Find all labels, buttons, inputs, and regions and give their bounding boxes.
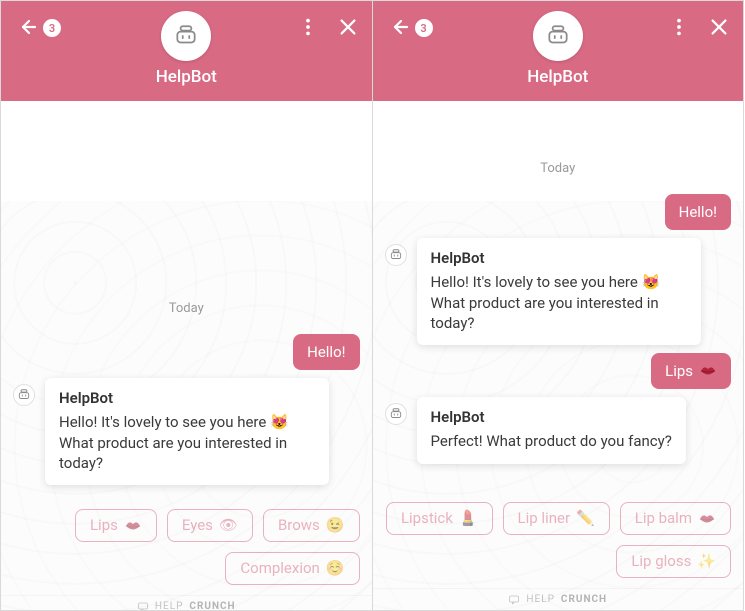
more-vertical-icon xyxy=(297,16,319,38)
bot-message: HelpBot Hello! It's lovely to see you he… xyxy=(45,378,329,485)
chip-label: Lips xyxy=(90,518,118,533)
bot-avatar xyxy=(533,11,583,61)
chat-header: 3 HelpBot xyxy=(373,1,744,101)
chip-lip-gloss[interactable]: Lip gloss ✨ xyxy=(616,545,731,578)
chat-panel-left: 3 HelpBot Today Hello! xyxy=(0,0,373,611)
message-text: What product are you interested in today… xyxy=(59,434,287,472)
bot-icon xyxy=(17,388,31,402)
brand-text-prefix: HELP xyxy=(526,594,555,605)
lips-icon xyxy=(699,365,717,377)
chip-label: Lip balm xyxy=(635,511,692,526)
back-arrow-icon xyxy=(15,15,39,39)
more-vertical-icon xyxy=(668,16,690,38)
eye-icon: 👁 xyxy=(219,518,238,533)
bot-icon xyxy=(389,248,403,262)
smile-icon: ☺️ xyxy=(326,561,345,576)
unread-badge: 3 xyxy=(415,19,433,37)
chat-header: 3 HelpBot xyxy=(1,1,372,101)
message-sender: HelpBot xyxy=(59,388,315,408)
chip-lips[interactable]: Lips xyxy=(75,509,157,542)
chip-lip-balm[interactable]: Lip balm xyxy=(620,502,731,535)
chip-eyes[interactable]: Eyes 👁 xyxy=(167,509,253,542)
chip-lip-liner[interactable]: Lip liner ✏️ xyxy=(503,502,610,535)
message-row-outgoing: Lips xyxy=(385,353,732,389)
brand-text-bold: CRUNCH xyxy=(189,601,235,610)
heart-eyes-cat-icon: 😻 xyxy=(270,413,289,431)
chip-label: Brows xyxy=(278,518,320,533)
chip-label: Lip liner xyxy=(518,511,571,526)
unread-badge: 3 xyxy=(43,19,61,37)
bot-mini-avatar xyxy=(385,403,407,425)
close-icon xyxy=(337,16,359,38)
back-button[interactable]: 3 xyxy=(387,15,415,43)
brand-footer[interactable]: HELP CRUNCH xyxy=(373,588,744,610)
quick-reply-chips: Lips Eyes 👁 Brows 😉 Complexion ☺️ xyxy=(1,495,372,595)
quick-reply-chips: Lipstick 💄 Lip liner ✏️ Lip balm Lip glo… xyxy=(373,488,744,588)
day-separator: Today xyxy=(13,301,360,316)
message-row-incoming: HelpBot Perfect! What product do you fan… xyxy=(385,397,732,464)
message-list: Today Hello! HelpBot Hello! It's lovely … xyxy=(373,101,744,488)
chip-brows[interactable]: Brows 😉 xyxy=(263,509,360,542)
close-icon xyxy=(708,16,730,38)
lips-icon xyxy=(698,513,716,525)
bot-icon xyxy=(545,23,571,49)
bot-avatar xyxy=(161,11,211,61)
message-sender: HelpBot xyxy=(431,248,687,268)
back-button[interactable]: 3 xyxy=(15,15,43,43)
chat-bubble-icon xyxy=(508,594,520,606)
message-text: Hello! It's lovely to see you here xyxy=(59,413,266,431)
bot-icon xyxy=(173,23,199,49)
sparkles-icon: ✨ xyxy=(697,554,716,569)
bot-mini-avatar xyxy=(13,384,35,406)
user-message: Lips xyxy=(651,353,731,389)
user-message: Hello! xyxy=(665,194,731,230)
lips-icon xyxy=(124,520,142,532)
message-text: Lips xyxy=(665,362,693,380)
brand-text-prefix: HELP xyxy=(155,601,184,610)
close-button[interactable] xyxy=(334,13,362,41)
lipstick-icon: 💄 xyxy=(459,511,478,526)
chip-label: Lip gloss xyxy=(631,554,691,569)
message-sender: HelpBot xyxy=(431,407,672,427)
chat-panel-right: 3 HelpBot Today Hello! xyxy=(372,0,745,611)
back-arrow-icon xyxy=(387,15,411,39)
pencil-icon: ✏️ xyxy=(576,511,595,526)
brand-footer[interactable]: HELP CRUNCH xyxy=(1,595,372,610)
wink-icon: 😉 xyxy=(326,518,345,533)
message-text: Hello! It's lovely to see you here xyxy=(431,273,638,291)
bot-mini-avatar xyxy=(385,244,407,266)
more-menu-button[interactable] xyxy=(294,13,322,41)
message-row-incoming: HelpBot Hello! It's lovely to see you he… xyxy=(13,378,360,485)
bot-message: HelpBot Perfect! What product do you fan… xyxy=(417,397,686,464)
chip-label: Lipstick xyxy=(401,511,453,526)
message-row-outgoing: Hello! xyxy=(13,334,360,370)
day-separator: Today xyxy=(385,161,732,176)
chip-lipstick[interactable]: Lipstick 💄 xyxy=(386,502,493,535)
message-text: What product are you interested in today… xyxy=(431,294,659,332)
message-list: Today Hello! HelpBot Hello! It's lovely … xyxy=(1,101,372,495)
user-message: Hello! xyxy=(293,334,359,370)
bot-message: HelpBot Hello! It's lovely to see you he… xyxy=(417,238,701,345)
bot-icon xyxy=(389,407,403,421)
chip-complexion[interactable]: Complexion ☺️ xyxy=(225,552,359,585)
message-row-incoming: HelpBot Hello! It's lovely to see you he… xyxy=(385,238,732,345)
chat-bubble-icon xyxy=(137,601,149,611)
heart-eyes-cat-icon: 😻 xyxy=(642,273,661,291)
message-text: Perfect! What product do you fancy? xyxy=(431,432,672,450)
bot-name: HelpBot xyxy=(156,67,217,87)
more-menu-button[interactable] xyxy=(665,13,693,41)
message-row-outgoing: Hello! xyxy=(385,194,732,230)
chip-label: Eyes xyxy=(182,518,213,533)
close-button[interactable] xyxy=(705,13,733,41)
chip-label: Complexion xyxy=(240,561,319,576)
bot-name: HelpBot xyxy=(527,67,588,87)
brand-text-bold: CRUNCH xyxy=(561,594,607,605)
